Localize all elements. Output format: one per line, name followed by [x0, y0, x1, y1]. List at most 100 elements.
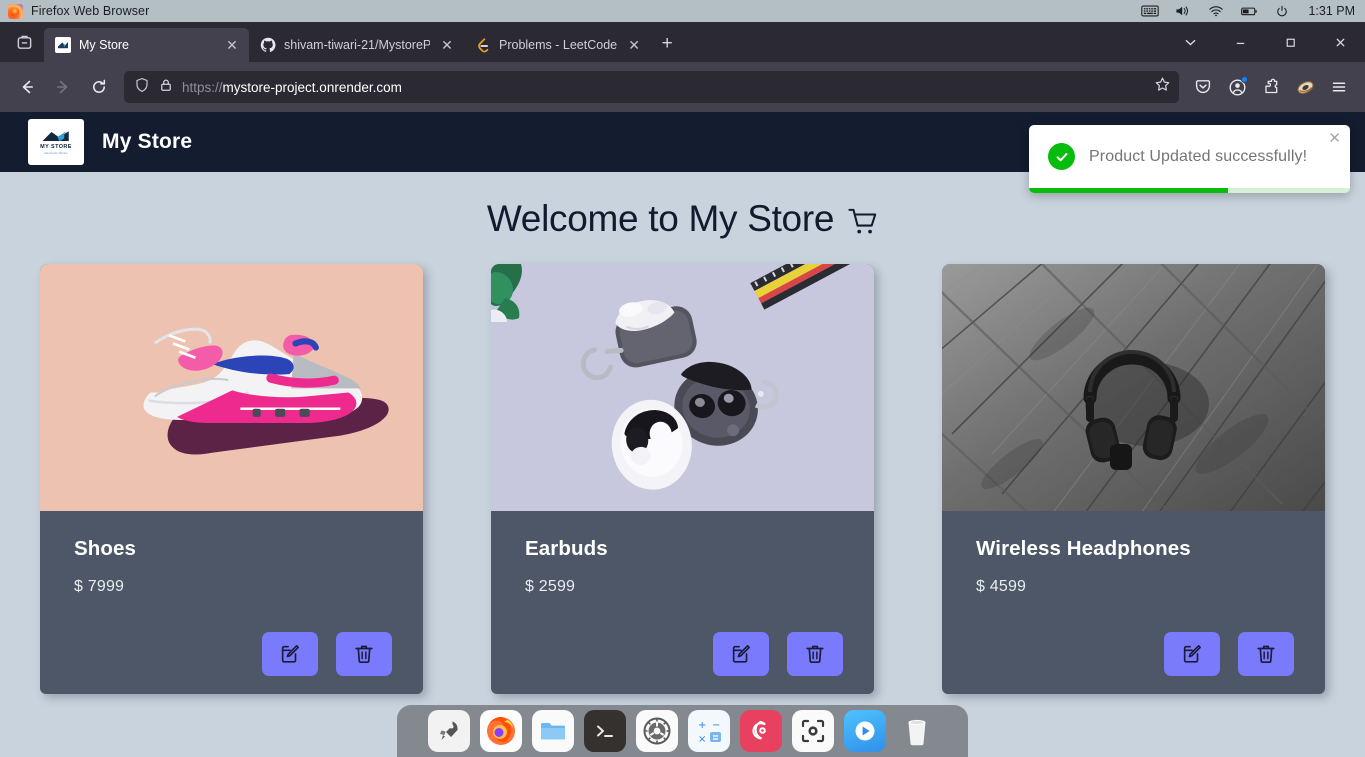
os-top-bar: Firefox Web Browser 1:31 PM [0, 0, 1365, 22]
url-host: mystore-project.onrender.com [222, 79, 402, 95]
product-image-shoes [40, 264, 423, 511]
tab-my-store[interactable]: My Store ✕ [44, 28, 249, 62]
product-card[interactable]: Shoes $ 7999 [40, 264, 423, 694]
firefox-icon[interactable] [479, 710, 522, 752]
edit-icon [281, 645, 299, 663]
firefox-view-button[interactable] [4, 25, 44, 59]
page-title-text: Welcome to My Store [486, 198, 835, 239]
shield-icon[interactable] [134, 77, 150, 98]
menu-icon[interactable] [1323, 71, 1355, 103]
forward-icon[interactable] [46, 71, 80, 103]
browser-window: My Store ✕ shivam-tiwari-21/MystoreProj … [0, 22, 1365, 112]
tab-close-icon[interactable]: ✕ [625, 36, 643, 54]
account-icon[interactable] [1221, 71, 1253, 103]
back-icon[interactable] [10, 71, 44, 103]
settings-icon[interactable] [635, 710, 678, 752]
tab-close-icon[interactable]: ✕ [223, 36, 241, 54]
toast-close-icon[interactable]: ✕ [1328, 131, 1341, 146]
toast-content: Product Updated successfully! ✕ [1029, 125, 1350, 188]
tab-leetcode[interactable]: Problems - LeetCode ✕ [464, 28, 651, 62]
edit-icon [1183, 645, 1201, 663]
bookmark-star-icon[interactable] [1154, 76, 1171, 98]
delete-product-button[interactable] [1238, 632, 1294, 676]
tab-label: Problems - LeetCode [499, 38, 618, 52]
toast-notification[interactable]: Product Updated successfully! ✕ [1029, 125, 1350, 193]
url-display[interactable]: https://mystore-project.onrender.com [182, 80, 1145, 95]
tab-label: shivam-tiwari-21/MystoreProj [284, 38, 430, 52]
logo-subtitle: electronic library [44, 150, 68, 155]
minimize-icon[interactable] [1215, 22, 1265, 62]
new-tab-button[interactable]: + [651, 28, 683, 60]
battery-icon[interactable] [1240, 4, 1258, 18]
files-icon[interactable] [531, 710, 574, 752]
pocket-icon[interactable] [1187, 71, 1219, 103]
product-card[interactable]: Wireless Headphones $ 4599 [942, 264, 1325, 694]
svg-text:×: × [698, 734, 706, 745]
power-icon[interactable] [1273, 4, 1291, 18]
product-image-earbuds [491, 264, 874, 511]
wifi-icon[interactable] [1207, 4, 1225, 18]
tab-strip: My Store ✕ shivam-tiwari-21/MystoreProj … [0, 22, 1365, 62]
extensions-icon[interactable] [1255, 71, 1287, 103]
addon-icon[interactable] [1289, 71, 1321, 103]
edit-product-button[interactable] [262, 632, 318, 676]
toast-progress-track [1029, 188, 1350, 193]
svg-text:−: − [712, 720, 720, 731]
delete-product-button[interactable] [787, 632, 843, 676]
keyboard-icon[interactable] [1141, 4, 1160, 18]
firefox-icon [8, 3, 23, 19]
trash-icon [806, 645, 824, 663]
svg-text:+: + [698, 720, 706, 731]
terminal-icon[interactable] [583, 710, 626, 752]
product-actions [942, 632, 1325, 694]
os-app-title: Firefox Web Browser [31, 4, 150, 18]
success-check-icon [1048, 143, 1075, 170]
web-page-viewport: MY STORE electronic library My Store Wel… [0, 112, 1365, 757]
edit-icon [732, 645, 750, 663]
os-dock: + − × [397, 705, 968, 757]
screenshot-icon[interactable] [791, 710, 834, 752]
product-grid: Shoes $ 7999 Earbuds $ 2599 Wireless Hea… [0, 240, 1365, 694]
calculator-icon[interactable]: + − × [687, 710, 730, 752]
github-favicon [260, 37, 276, 53]
close-window-icon[interactable] [1315, 22, 1365, 62]
reload-icon[interactable] [82, 71, 116, 103]
product-card[interactable]: Earbuds $ 2599 [491, 264, 874, 694]
product-actions [491, 632, 874, 694]
media-player-icon[interactable] [843, 710, 886, 752]
account-notification-badge [1241, 76, 1248, 83]
edit-product-button[interactable] [713, 632, 769, 676]
edit-product-button[interactable] [1164, 632, 1220, 676]
delete-product-button[interactable] [336, 632, 392, 676]
url-scheme: https:// [182, 79, 223, 95]
shopping-cart-icon [848, 208, 877, 233]
lock-icon[interactable] [159, 78, 173, 97]
product-info: Earbuds $ 2599 [491, 511, 874, 632]
tab-label: My Store [79, 38, 130, 52]
toast-message: Product Updated successfully! [1089, 147, 1308, 165]
mystore-favicon [55, 37, 71, 53]
app-launcher-icon[interactable] [427, 710, 470, 752]
tab-close-icon[interactable]: ✕ [438, 36, 456, 54]
tab-github[interactable]: shivam-tiwari-21/MystoreProj ✕ [249, 28, 464, 62]
product-info: Shoes $ 7999 [40, 511, 423, 632]
clock[interactable]: 1:31 PM [1308, 4, 1355, 18]
product-price: $ 2599 [525, 578, 576, 595]
product-price: $ 4599 [976, 578, 1027, 595]
product-name: Earbuds [525, 537, 608, 560]
trash-icon[interactable] [896, 710, 938, 752]
volume-icon[interactable] [1174, 4, 1192, 18]
product-image-headphones [942, 264, 1325, 511]
os-topbar-app: Firefox Web Browser [0, 3, 150, 19]
trash-icon [1257, 645, 1275, 663]
product-info: Wireless Headphones $ 4599 [942, 511, 1325, 632]
address-bar[interactable]: https://mystore-project.onrender.com [124, 71, 1179, 103]
site-brand-title: My Store [102, 130, 193, 153]
list-all-tabs-icon[interactable] [1165, 22, 1215, 62]
site-logo[interactable]: MY STORE electronic library [28, 119, 84, 165]
product-actions [40, 632, 423, 694]
debian-icon[interactable] [739, 710, 782, 752]
maximize-icon[interactable] [1265, 22, 1315, 62]
product-name: Wireless Headphones [976, 537, 1191, 560]
window-controls [1165, 22, 1365, 62]
